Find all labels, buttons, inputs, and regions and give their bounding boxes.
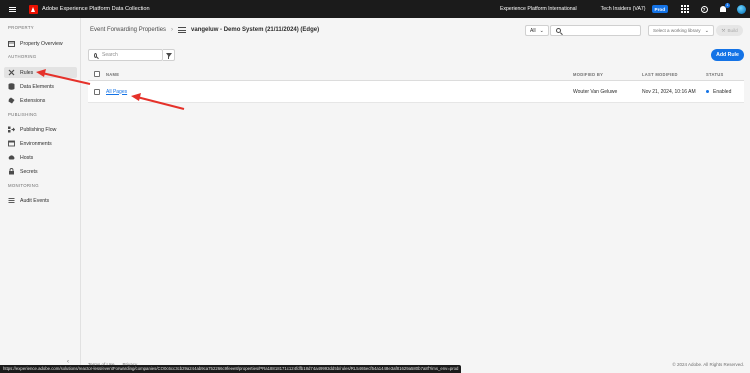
filter-funnel-icon [165, 53, 172, 59]
hosts-icon [8, 155, 15, 161]
notifications-bell-icon[interactable]: 1 [718, 3, 730, 14]
sidebar-section-monitoring: MONITORING [8, 183, 39, 188]
status-dot-icon [706, 90, 709, 93]
sandbox-name[interactable]: Tech Insiders (VA7) [601, 6, 646, 12]
rule-search-box [88, 49, 163, 61]
table-header: NAME MODIFIED BY LAST MODIFIED STATUS [88, 68, 744, 81]
sidebar-item-label: Property Overview [20, 40, 63, 47]
publishing-flow-icon [8, 126, 15, 133]
rule-name-link[interactable]: All Pages [106, 89, 127, 95]
breadcrumb: Event Forwarding Properties › vangeluw -… [90, 27, 319, 33]
search-icon [94, 52, 97, 58]
app-title[interactable]: Adobe Experience Platform Data Collectio… [42, 6, 150, 12]
working-library-placeholder: Select a working library [653, 28, 701, 33]
top-bar: Adobe Experience Platform Data Collectio… [0, 0, 750, 18]
sidebar-item-label: Environments [20, 140, 52, 147]
property-overview-icon [8, 40, 15, 47]
sidebar-item-label: Extensions [20, 97, 46, 104]
column-header-last-modified[interactable]: LAST MODIFIED [642, 72, 678, 77]
status-badge: Enabled [706, 89, 731, 95]
sidebar-item-data-elements[interactable]: Data Elements [4, 81, 77, 92]
sidebar-item-label: Rules [20, 69, 34, 76]
filter-button[interactable] [163, 49, 175, 61]
copyright: © 2024 Adobe. All Rights Reserved. [672, 362, 744, 367]
sidebar-item-property-overview[interactable]: Property Overview [4, 38, 77, 49]
column-header-name[interactable]: NAME [106, 72, 119, 77]
rules-icon [8, 69, 15, 76]
library-filter-dropdown[interactable]: All ⌄ [525, 25, 549, 36]
breadcrumb-separator: › [171, 27, 174, 33]
rules-table: NAME MODIFIED BY LAST MODIFIED STATUS Al… [88, 68, 744, 103]
sidebar-item-label: Secrets [20, 168, 38, 175]
hammer-icon: ⚒ [721, 27, 726, 33]
hamburger-menu-icon[interactable] [3, 0, 21, 18]
sidebar-section-property: PROPERTY [8, 25, 34, 30]
sidebar-section-publishing: PUBLISHING [8, 112, 38, 117]
sidebar-item-secrets[interactable]: Secrets [4, 166, 77, 177]
property-list-icon [178, 27, 187, 33]
working-library-select[interactable]: Select a working library ⌄ [648, 25, 714, 36]
sidebar-item-label: Data Elements [20, 83, 55, 90]
notification-count-badge: 1 [725, 3, 730, 8]
lock-icon [8, 168, 15, 175]
org-switcher[interactable]: Experience Platform International [500, 6, 577, 12]
sidebar-item-environments[interactable]: Environments [4, 138, 77, 149]
status-label: Enabled [713, 88, 732, 95]
data-elements-icon [8, 83, 15, 90]
build-label: Build [727, 28, 738, 33]
apps-grid-icon[interactable] [680, 4, 690, 14]
adobe-logo-icon[interactable] [29, 4, 38, 14]
sidebar-item-label: Publishing Flow [20, 126, 57, 133]
sidebar-item-audit-events[interactable]: Audit Events [4, 195, 77, 206]
modified-by: Wouter Van Geluwe [573, 88, 618, 95]
sidebar-item-publishing-flow[interactable]: Publishing Flow [4, 124, 77, 135]
add-rule-button[interactable]: Add Rule [711, 49, 744, 61]
row-checkbox[interactable] [94, 88, 100, 95]
rule-search-input[interactable] [102, 52, 162, 58]
sidebar-item-extensions[interactable]: Extensions [4, 95, 77, 106]
column-header-modified-by[interactable]: MODIFIED BY [573, 72, 603, 77]
last-modified: Nov 21, 2024, 10:16 AM [642, 88, 696, 95]
environment-badge: Prod [651, 5, 668, 13]
chevron-down-icon: ⌄ [704, 27, 709, 34]
sidebar-item-rules[interactable]: Rules [4, 67, 77, 78]
main-content: Event Forwarding Properties › vangeluw -… [82, 18, 750, 373]
build-button[interactable]: ⚒ Build [716, 25, 743, 36]
select-all-checkbox[interactable] [94, 71, 100, 77]
sidebar: PROPERTY Property Overview AUTHORING Rul… [0, 18, 81, 373]
column-header-status[interactable]: STATUS [706, 72, 724, 77]
sidebar-item-label: Hosts [20, 154, 34, 161]
search-icon [556, 28, 561, 33]
chevron-down-icon: ⌄ [539, 27, 544, 34]
breadcrumb-event-forwarding-properties[interactable]: Event Forwarding Properties [90, 27, 166, 33]
top-search-input[interactable] [550, 25, 641, 36]
audit-events-icon [8, 198, 15, 204]
filter-value: All [530, 27, 536, 34]
help-icon[interactable]: ? [699, 4, 709, 14]
sidebar-item-label: Audit Events [20, 197, 50, 204]
property-name[interactable]: vangeluw - Demo System (21/11/2024) (Edg… [191, 27, 319, 33]
browser-status-url: https://experience.adobe.com/solutions/r… [0, 365, 462, 373]
sidebar-item-hosts[interactable]: Hosts [4, 152, 77, 163]
environments-icon [8, 140, 15, 147]
sidebar-section-authoring: AUTHORING [8, 54, 37, 59]
table-row[interactable]: All Pages Wouter Van Geluwe Nov 21, 2024… [88, 81, 744, 103]
extensions-icon [8, 97, 15, 104]
user-avatar[interactable] [737, 4, 746, 14]
